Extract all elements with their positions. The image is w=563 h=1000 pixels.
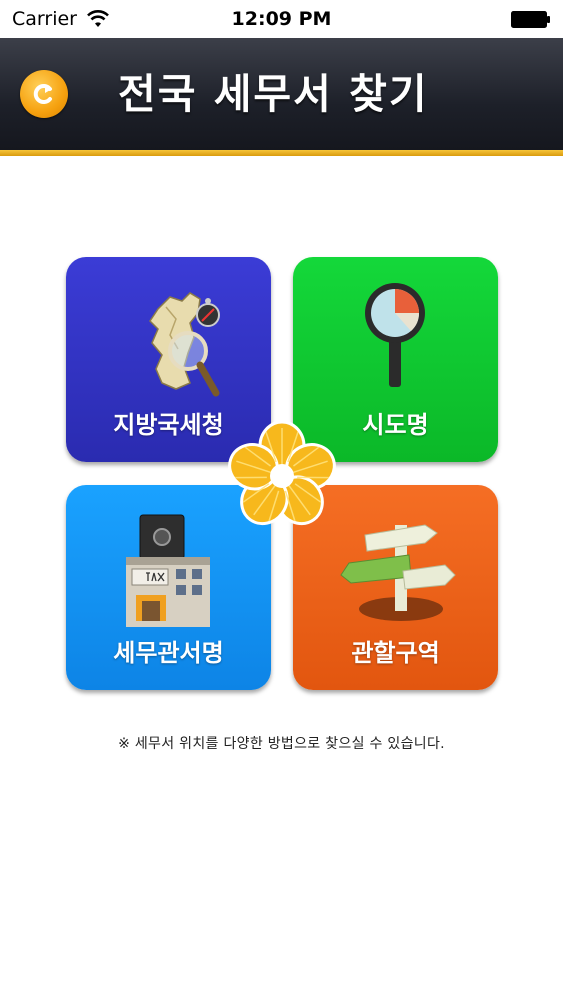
korea-map-magnifier-icon — [149, 292, 220, 397]
back-button[interactable] — [20, 70, 68, 118]
magnifier-pie-icon — [365, 283, 425, 387]
battery-icon — [511, 11, 550, 28]
header-bar: 전국 세무서 찾기 — [0, 38, 563, 156]
flower-emblem-icon — [228, 420, 336, 526]
back-arrow-icon — [33, 84, 52, 104]
page-title: 전국 세무서 찾기 — [118, 70, 429, 118]
tile-label: 세무관서명 — [113, 639, 224, 667]
clock: 12:09 PM — [231, 8, 332, 30]
header-accent-line — [0, 150, 563, 156]
tile-label: 관할구역 — [351, 639, 440, 667]
status-bar: Carrier 12:09 PM — [0, 0, 563, 38]
footer-note: ※ 세무서 위치를 다양한 방법으로 찾으실 수 있습니다. — [118, 736, 445, 752]
